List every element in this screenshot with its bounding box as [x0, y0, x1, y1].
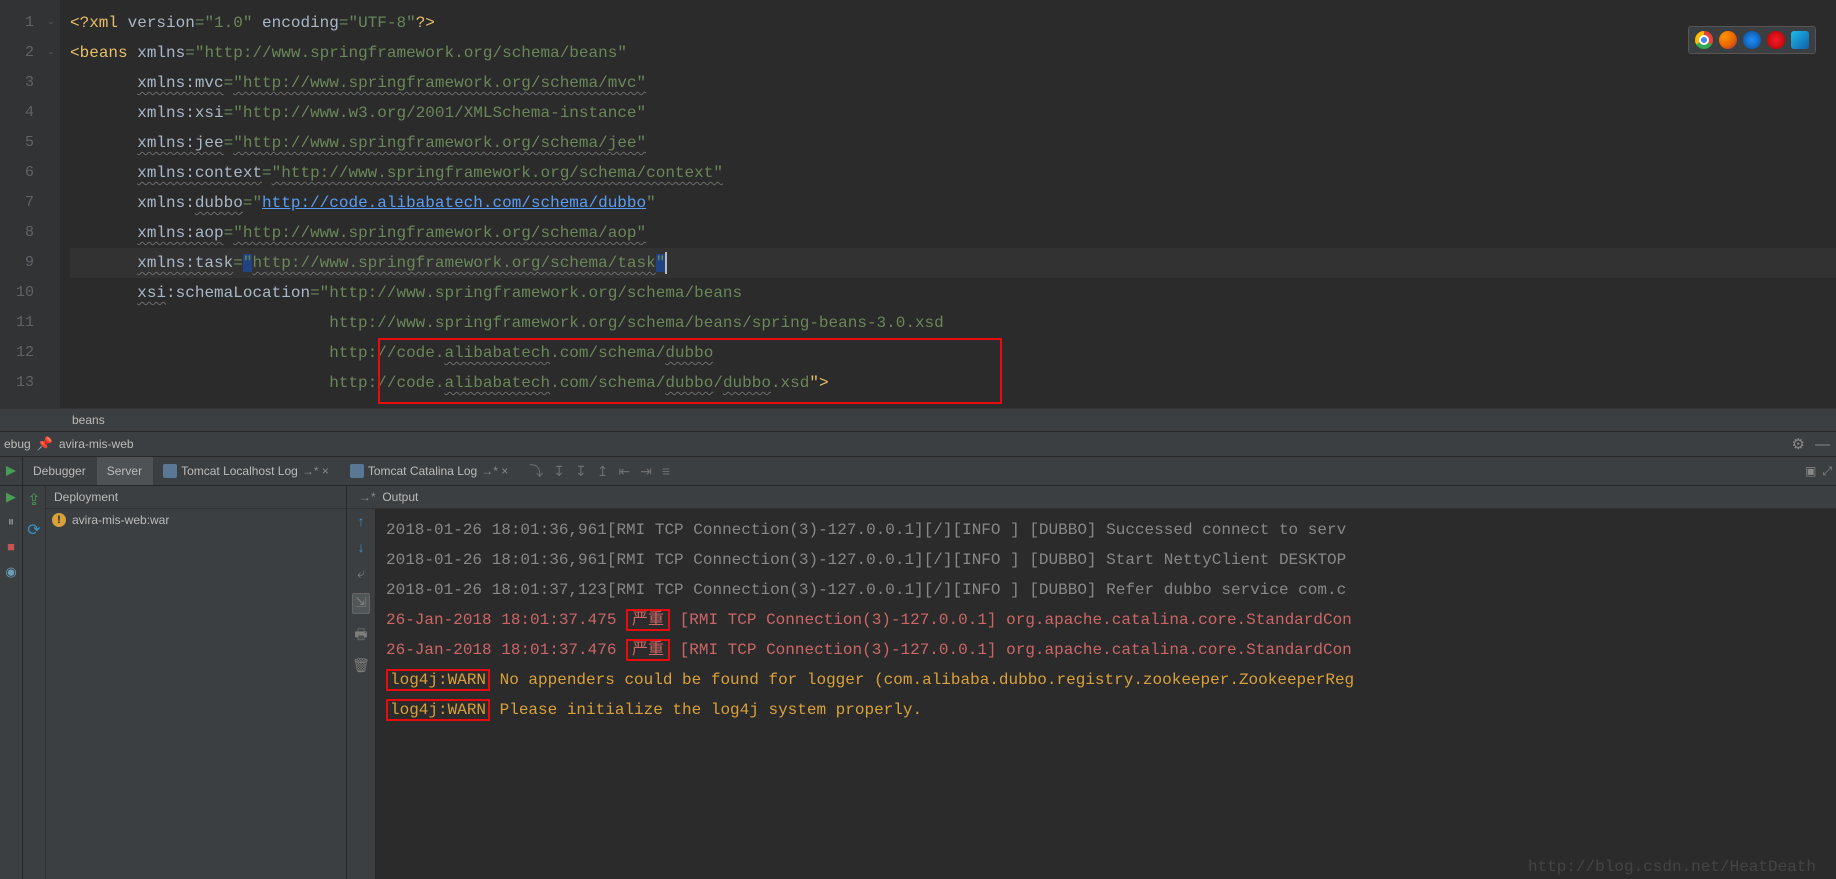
- log-line: 2018-01-26 18:01:36,961[RMI TCP Connecti…: [386, 545, 1836, 575]
- expand-icon[interactable]: ⤢: [1822, 464, 1832, 479]
- deployment-artifact-item[interactable]: ! avira-mis-web:war: [52, 513, 340, 527]
- evaluate-icon[interactable]: ≡: [662, 463, 670, 479]
- deploy-icon[interactable]: ⇪: [27, 490, 40, 510]
- run-config-name[interactable]: avira-mis-web: [59, 437, 134, 451]
- code-line[interactable]: xmlns:jee="http://www.springframework.or…: [70, 128, 1836, 158]
- code-line[interactable]: xmlns:context="http://www.springframewor…: [70, 158, 1836, 188]
- step-into-icon[interactable]: ↧: [553, 463, 565, 480]
- console-output[interactable]: 2018-01-26 18:01:36,961[RMI TCP Connecti…: [376, 509, 1836, 879]
- log-line-warn: log4j:WARN No appenders could be found f…: [386, 665, 1836, 695]
- clear-icon[interactable]: 🗑: [352, 658, 370, 675]
- code-line[interactable]: xmlns:xsi="http://www.w3.org/2001/XMLSch…: [70, 98, 1836, 128]
- soft-wrap-icon[interactable]: ⤶: [357, 567, 365, 583]
- deployment-panel: Deployment ! avira-mis-web:war: [46, 486, 347, 879]
- tab-tomcat-catalina-log[interactable]: Tomcat Catalina Log →* ×: [340, 457, 519, 485]
- refresh-icon[interactable]: ⟳: [27, 520, 40, 540]
- log-line-severe: 26-Jan-2018 18:01:37.475 严重 [RMI TCP Con…: [386, 605, 1836, 635]
- rerun-button[interactable]: [0, 457, 23, 485]
- text-caret: [665, 252, 667, 274]
- view-breakpoints-icon[interactable]: ◉: [5, 565, 16, 580]
- code-line[interactable]: <?xml version="1.0" encoding="UTF-8"?>: [70, 8, 1836, 38]
- console-toolbar: ↑ ↓ ⤶ ⇲ 🖶 🗑: [347, 509, 376, 879]
- fold-column[interactable]: - -: [42, 0, 60, 408]
- drop-frame-icon[interactable]: ⇤: [618, 463, 630, 480]
- code-line[interactable]: xsi:schemaLocation="http://www.springfra…: [70, 278, 1836, 308]
- ie-icon[interactable]: [1791, 31, 1809, 49]
- firefox-icon[interactable]: [1719, 31, 1737, 49]
- opera-icon[interactable]: [1767, 31, 1785, 49]
- pause-icon[interactable]: ⏸: [8, 515, 15, 530]
- code-line[interactable]: http://www.springframework.org/schema/be…: [70, 308, 1836, 338]
- log-line: 2018-01-26 18:01:37,123[RMI TCP Connecti…: [386, 575, 1836, 605]
- settings-icon[interactable]: ⚙: [1792, 435, 1805, 453]
- force-step-icon[interactable]: ↧: [575, 463, 587, 480]
- code-line[interactable]: xmlns:aop="http://www.springframework.or…: [70, 218, 1836, 248]
- line-number-gutter: 1 2 3 4 5 6 7 8 9 10 11 12 13: [0, 0, 42, 408]
- tab-debugger[interactable]: Debugger: [23, 457, 97, 485]
- browser-icon-bar[interactable]: [1688, 26, 1816, 54]
- resume-icon[interactable]: ▶: [6, 490, 16, 505]
- layout-icon[interactable]: ▣: [1805, 464, 1816, 478]
- lower-panels: ▶ ⏸ ■ ◉ ⇪ ⟳ Deployment ! avira-mis-web:w…: [0, 486, 1836, 879]
- debug-tabs-row: Debugger Server Tomcat Localhost Log →* …: [0, 457, 1836, 486]
- breadcrumb[interactable]: beans: [0, 408, 1836, 432]
- deployment-toolbar: ⇪ ⟳: [23, 486, 46, 879]
- tomcat-icon: [163, 464, 177, 478]
- code-editor[interactable]: 1 2 3 4 5 6 7 8 9 10 11 12 13 - - <?xml …: [0, 0, 1836, 408]
- debug-tool-window-title[interactable]: ebug 📌 avira-mis-web ⚙ —: [0, 432, 1836, 457]
- code-line[interactable]: <beans xmlns="http://www.springframework…: [70, 38, 1836, 68]
- safari-icon[interactable]: [1743, 31, 1761, 49]
- stop-icon[interactable]: ■: [7, 540, 15, 555]
- code-line[interactable]: xmlns:mvc="http://www.springframework.or…: [70, 68, 1836, 98]
- chrome-icon[interactable]: [1695, 31, 1713, 49]
- output-header: Output: [382, 490, 418, 504]
- step-out-icon[interactable]: ↥: [597, 463, 609, 480]
- tab-tomcat-localhost-log[interactable]: Tomcat Localhost Log →* ×: [153, 457, 340, 485]
- code-line[interactable]: http://code.alibabatech.com/schema/dubbo: [70, 338, 1836, 368]
- scroll-up-icon[interactable]: ↑: [357, 515, 365, 531]
- output-panel: →* Output ↑ ↓ ⤶ ⇲ 🖶 🗑 2018-01-26 18:01:3…: [347, 486, 1836, 879]
- rerun-icon: [4, 464, 18, 478]
- code-line-current[interactable]: xmlns:task="http://www.springframework.o…: [70, 248, 1836, 278]
- warning-icon: !: [52, 513, 66, 527]
- breadcrumb-item[interactable]: beans: [72, 413, 105, 427]
- log-line-warn: log4j:WARN Please initialize the log4j s…: [386, 695, 1836, 725]
- code-area[interactable]: <?xml version="1.0" encoding="UTF-8"?> <…: [60, 0, 1836, 408]
- deployment-header: Deployment: [54, 486, 118, 508]
- log-line-severe: 26-Jan-2018 18:01:37.476 严重 [RMI TCP Con…: [386, 635, 1836, 665]
- debug-vertical-toolbar: ▶ ⏸ ■ ◉: [0, 486, 23, 879]
- debug-label: ebug: [4, 437, 31, 451]
- scroll-to-end-icon[interactable]: ⇲: [352, 593, 370, 614]
- code-line[interactable]: xmlns:dubbo="http://code.alibabatech.com…: [70, 188, 1836, 218]
- step-over-icon[interactable]: ⤵: [529, 461, 543, 481]
- scroll-down-icon[interactable]: ↓: [357, 541, 365, 557]
- tomcat-icon: [350, 464, 364, 478]
- log-line: 2018-01-26 18:01:36,961[RMI TCP Connecti…: [386, 515, 1836, 545]
- debug-step-buttons: ⤵ ↧ ↧ ↥ ⇤ ⇥ ≡: [519, 457, 670, 485]
- pin-icon[interactable]: 📌: [37, 436, 53, 452]
- code-line[interactable]: http://code.alibabatech.com/schema/dubbo…: [70, 368, 1836, 398]
- watermark-text: http://blog.csdn.net/HeatDeath: [1528, 858, 1816, 876]
- tab-server[interactable]: Server: [97, 457, 153, 485]
- minimize-icon[interactable]: —: [1815, 436, 1830, 453]
- run-to-cursor-icon[interactable]: ⇥: [640, 463, 652, 480]
- print-icon[interactable]: 🖶: [354, 624, 367, 648]
